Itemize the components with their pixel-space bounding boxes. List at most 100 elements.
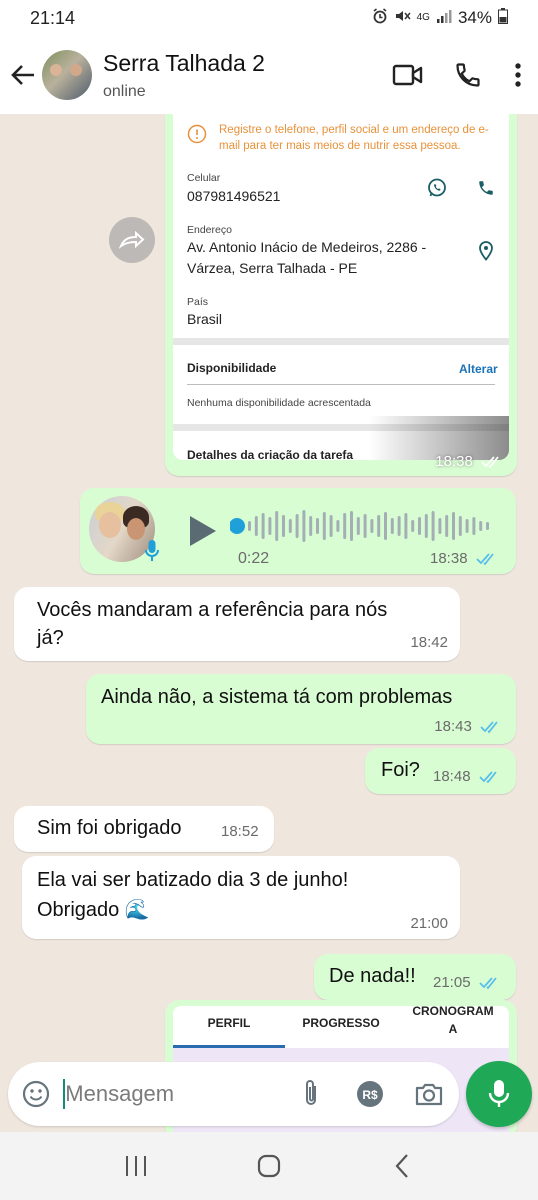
country-value: Brasil [187, 311, 223, 327]
waveform-bar [356, 517, 360, 535]
signal-icon [436, 8, 452, 29]
waveform-bar [486, 522, 489, 530]
play-icon[interactable] [184, 514, 218, 548]
message-bubble-outgoing[interactable]: De nada!! 21:05 [314, 954, 516, 1000]
waveform-bar [377, 515, 381, 537]
waveform-bar [465, 519, 469, 533]
attach-icon[interactable] [281, 1062, 340, 1126]
availability-title: Disponibilidade [187, 361, 277, 375]
image-time: 18:38 [435, 453, 503, 470]
message-text: De nada!! [329, 965, 416, 987]
waveform-bar [472, 517, 476, 535]
waveform-bar [370, 519, 374, 533]
mic-badge-icon [142, 538, 162, 564]
voice-time: 18:38 [430, 550, 498, 567]
availability-note: Nenhuma disponibilidade acrescentada [187, 397, 371, 409]
waveform-bar [254, 516, 258, 536]
network-type: 4G [416, 12, 430, 23]
voice-time-text: 18:38 [430, 550, 468, 567]
waveform-bar [329, 515, 333, 537]
message-time: 18:48 [433, 768, 501, 785]
message-time: 18:42 [410, 634, 448, 651]
status-time: 21:14 [30, 7, 76, 28]
status-icons: 4G 34% [372, 7, 508, 29]
mic-button[interactable] [466, 1061, 532, 1127]
waveform-bar [390, 518, 394, 534]
message-text: Obrigado 🌊 [37, 899, 150, 921]
phone-icon[interactable] [438, 45, 498, 105]
back-arrow-icon[interactable] [4, 36, 42, 114]
back-nav-icon[interactable] [372, 1136, 432, 1196]
call-icon [479, 181, 493, 195]
system-nav-bar [0, 1132, 538, 1200]
address-label: Endereço [187, 224, 232, 236]
waveform-bar [431, 511, 435, 541]
waveform-bar [295, 514, 299, 538]
warning-icon [187, 124, 207, 144]
image-message[interactable]: Registre o telefone, perfil social e um … [165, 114, 517, 476]
message-bubble-outgoing[interactable]: Foi? 18:48 [365, 748, 516, 794]
waveform-bar [288, 519, 292, 533]
phone-label: Celular [187, 172, 221, 184]
chat-area[interactable]: Registre o telefone, perfil social e um … [0, 114, 538, 1132]
image-content: Registre o telefone, perfil social e um … [173, 114, 509, 460]
read-ticks-icon [479, 977, 497, 990]
waveform-bar [418, 517, 421, 535]
battery-percent: 34% [457, 8, 492, 27]
alarm-icon [372, 7, 388, 29]
message-bubble-outgoing[interactable]: Ainda não, a sistema tá com problemas 18… [86, 674, 516, 744]
recents-icon[interactable] [106, 1136, 166, 1196]
message-text: Sim foi obrigado [37, 817, 182, 839]
waveform-bar [424, 514, 428, 538]
waveform-bar [445, 515, 449, 537]
message-bubble-incoming[interactable]: Ela vai ser batizado dia 3 de junho! Obr… [22, 856, 460, 939]
whatsapp-icon [428, 178, 446, 197]
waveform-bar [248, 521, 251, 531]
message-text: Ainda não, a sistema tá com problemas [101, 686, 453, 708]
forward-icon[interactable] [109, 217, 155, 263]
tab-cronograma: CRONOGRAM A [397, 1006, 509, 1038]
image-time-text: 18:38 [435, 453, 473, 470]
address-line1: Av. Antonio Inácio de Medeiros, 2286 - [187, 239, 427, 255]
message-time-text: 18:48 [433, 768, 471, 785]
phone-value: 087981496521 [187, 188, 281, 204]
voice-duration: 0:22 [238, 550, 270, 567]
task-details-title: Detalhes da criação da tarefa [187, 448, 354, 460]
waveform-bar [282, 515, 285, 537]
waveform-bar [316, 518, 319, 534]
camera-icon[interactable] [400, 1062, 459, 1126]
waveform-bar [404, 513, 408, 539]
chat-title-block[interactable]: Serra Talhada 2 online [103, 50, 378, 101]
message-input-bar: R$ [8, 1062, 459, 1126]
video-call-icon[interactable] [378, 45, 438, 105]
chat-status: online [103, 82, 146, 100]
message-input[interactable] [63, 1079, 274, 1109]
status-bar: 21:14 4G 34% [0, 0, 538, 36]
svg-text:R$: R$ [362, 1088, 378, 1102]
waveform-bar [384, 512, 387, 540]
waveform-bar [438, 518, 442, 534]
message-bubble-incoming[interactable]: Sim foi obrigado 18:52 [14, 806, 274, 852]
tab-cronograma-line2: A [448, 1022, 458, 1036]
chat-title: Serra Talhada 2 [103, 49, 265, 76]
message-time-text: 18:43 [434, 718, 472, 735]
emoji-icon[interactable] [8, 1062, 63, 1126]
waveform-bar [275, 511, 279, 541]
country-label: País [187, 296, 209, 308]
waveform-bar [268, 517, 272, 535]
more-vert-icon[interactable] [498, 45, 538, 105]
divider-line [187, 384, 495, 385]
avatar[interactable] [42, 50, 92, 100]
address-line2: Várzea, Serra Talhada - PE [187, 260, 358, 276]
tab-perfil: PERFIL [207, 1016, 251, 1030]
home-icon[interactable] [239, 1136, 299, 1196]
message-time: 18:52 [221, 823, 259, 840]
waveform-bar [309, 516, 313, 536]
voice-message[interactable]: 0:22 18:38 [80, 488, 516, 574]
message-time-text: 21:05 [433, 974, 471, 991]
payment-icon[interactable]: R$ [341, 1062, 400, 1126]
audio-waveform[interactable] [230, 506, 500, 546]
message-bubble-incoming[interactable]: Vocês mandaram a referência para nós já?… [14, 587, 460, 661]
waveform-bar [322, 512, 326, 540]
chat-header: Serra Talhada 2 online [0, 36, 538, 114]
